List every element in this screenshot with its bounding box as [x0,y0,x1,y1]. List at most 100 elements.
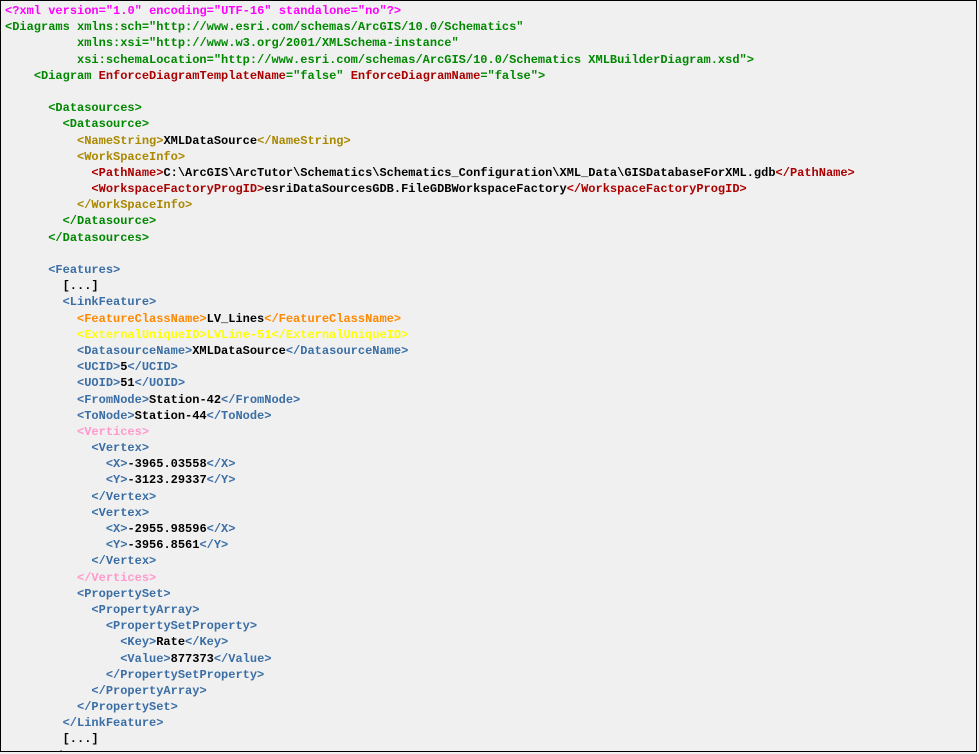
t: encoding [149,4,207,18]
xml-line: </Vertex> [5,489,972,505]
t: "http://www.esri.com/schemas/ArcGIS/10.0… [214,53,747,67]
xml-line: </Vertices> [5,570,972,586]
t: [...] [63,732,99,746]
t: esriDataSourcesGDB.FileGDBWorkspaceFacto… [264,182,566,196]
t: </Vertex> [91,490,156,504]
xml-line: <Datasources> [5,100,972,116]
t: 51 [120,376,134,390]
t: </UOID> [135,376,185,390]
xml-line: <PropertyArray> [5,602,972,618]
t: <WorkspaceFactoryProgID> [91,182,264,196]
t: > [538,69,545,83]
t: <PathName> [91,166,163,180]
t: -3965.03558 [127,457,206,471]
t: <Y> [106,538,128,552]
t: </Datasources> [48,231,149,245]
xml-line: <Vertex> [5,505,972,521]
t: </PropertySet> [77,700,178,714]
t: "http://www.esri.com/schemas/ArcGIS/10.0… [149,20,523,34]
xml-line: </Datasource> [5,213,972,229]
t: -3956.8561 [127,538,199,552]
t: </X> [207,457,236,471]
t: <ExternalUniqueID>LVLine-51</ExternalUni… [77,328,408,342]
xml-line: <Vertices> [5,424,972,440]
xml-line: <Diagram EnforceDiagramTemplateName="fal… [5,68,972,84]
t: "1.0" [106,4,142,18]
t: </UCID> [127,360,177,374]
t: <FromNode> [77,393,149,407]
xml-line: <Value>877373</Value> [5,651,972,667]
xml-line: <Datasource> [5,116,972,132]
xml-line: xmlns:xsi="http://www.w3.org/2001/XMLSch… [5,35,972,51]
xml-line: <UCID>5</UCID> [5,359,972,375]
xml-line: <DatasourceName>XMLDataSource</Datasourc… [5,343,972,359]
t: </ToNode> [207,409,272,423]
t: XMLDataSource [163,134,257,148]
xml-line: <UOID>51</UOID> [5,375,972,391]
t: <Key> [120,635,156,649]
t: <Features> [48,263,120,277]
t: Rate [156,635,185,649]
xml-line: </PropertySet> [5,699,972,715]
t: <Vertices> [77,425,149,439]
t: XMLDataSource [192,344,286,358]
xml-line: <PathName>C:\ArcGIS\ArcTutor\Schematics\… [5,165,972,181]
t: <X> [106,522,128,536]
t: <FeatureClassName> [77,312,207,326]
xml-line: <Key>Rate</Key> [5,634,972,650]
xml-code-view: <?xml version="1.0" encoding="UTF-16" st… [0,0,977,752]
xml-line: <PropertySet> [5,586,972,602]
t: <Vertex> [91,441,149,455]
t: "false" [293,69,343,83]
xml-line: <FromNode>Station-42</FromNode> [5,392,972,408]
t: </Vertices> [77,571,156,585]
t: <Datasource> [63,117,149,131]
t: <LinkFeature> [63,295,157,309]
t: </LinkFeature> [63,716,164,730]
xml-line: [...] [5,731,972,747]
t: </Features> [48,749,127,752]
t: </DatasourceName> [286,344,408,358]
xml-line: <X>-2955.98596</X> [5,521,972,537]
t: version [48,4,98,18]
t: <DatasourceName> [77,344,192,358]
t: xsi:schemaLocation [77,53,207,67]
t: <Diagram [34,69,92,83]
t: <Y> [106,473,128,487]
t: Station-44 [135,409,207,423]
t: </PropertySetProperty> [106,668,264,682]
xml-line: <Features> [5,262,972,278]
t: [...] [63,279,99,293]
t: "UTF-16" [214,4,272,18]
xml-line: <WorkSpaceInfo> [5,149,972,165]
xml-line: </PropertyArray> [5,683,972,699]
t: -3123.29337 [127,473,206,487]
xml-line: </PropertySetProperty> [5,667,972,683]
xml-line: <X>-3965.03558</X> [5,456,972,472]
t: <NameString> [77,134,163,148]
t: <Vertex> [91,506,149,520]
t: </PropertyArray> [91,684,206,698]
t: </Datasource> [63,214,157,228]
xml-line: <NameString>XMLDataSource</NameString> [5,133,972,149]
t: xmlns:sch [77,20,142,34]
t: xmlns:xsi [77,36,142,50]
t: <Datasources> [48,101,142,115]
xml-line: [...] [5,278,972,294]
t: <UOID> [77,376,120,390]
xml-line: <ExternalUniqueID>LVLine-51</ExternalUni… [5,327,972,343]
t: <X> [106,457,128,471]
xml-line: <FeatureClassName>LV_Lines</FeatureClass… [5,311,972,327]
xml-line: </Features> [5,748,972,752]
xml-line: </Vertex> [5,553,972,569]
xml-line: </WorkSpaceInfo> [5,197,972,213]
t: <PropertySetProperty> [106,619,257,633]
t: "no" [358,4,387,18]
t: <ToNode> [77,409,135,423]
xml-line: </Datasources> [5,230,972,246]
t: </Vertex> [91,554,156,568]
xml-line: <LinkFeature> [5,294,972,310]
xml-line: <Y>-3956.8561</Y> [5,537,972,553]
t: </WorkspaceFactoryProgID> [567,182,747,196]
t: <PropertySet> [77,587,171,601]
